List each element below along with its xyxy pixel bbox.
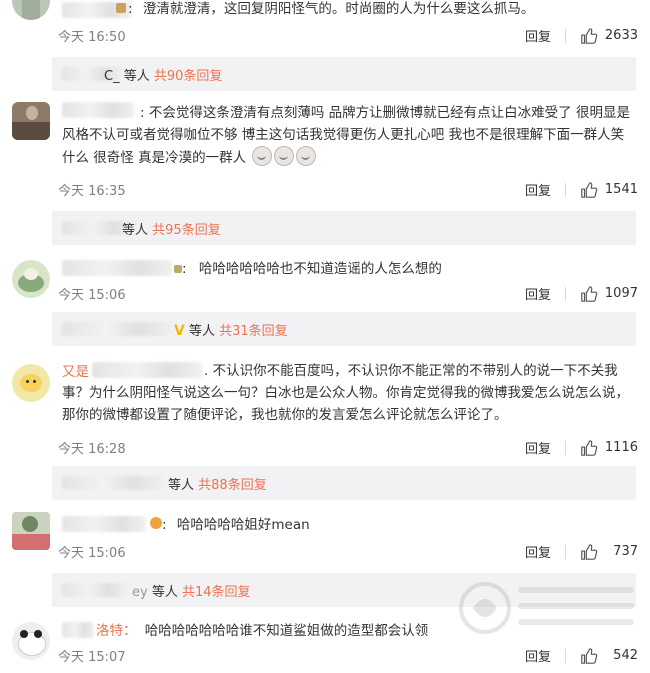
reply-count-link[interactable]: 共31条回复 — [219, 324, 288, 339]
reply-button[interactable]: 回复 — [525, 646, 551, 665]
user-badge — [150, 517, 162, 529]
reply-label: 等人 — [147, 585, 178, 600]
reply-summary-box[interactable]: V 等人 共31条回复 — [52, 312, 636, 346]
reply-button[interactable]: 回复 — [525, 180, 551, 199]
comment-text: . 不认识你不能百度吗，不认识你不能正常的不带别人的说一下不关我事？为什么阴阳怪… — [62, 360, 632, 426]
reply-summary: 等人 共95条回复 — [122, 219, 221, 238]
comment-body: 哈哈哈哈哈姐好mean — [176, 517, 310, 533]
comment-actions: 回复 542 — [525, 646, 638, 665]
like-count: 1097 — [604, 286, 638, 301]
reply-button[interactable]: 回复 — [525, 26, 551, 45]
like-count: 1116 — [604, 440, 638, 455]
comment-time: 今天 16:35 — [58, 184, 126, 199]
comment-body: 澄清就澄清，这回复阴阳怪气的。时尚圈的人为什么要这么抓马。 — [142, 1, 535, 17]
reply-count-link[interactable]: 共14条回复 — [182, 585, 251, 600]
like-count: 542 — [613, 648, 638, 663]
divider — [565, 648, 566, 663]
reply-summary: ey 等人 共14条回复 — [132, 581, 251, 600]
reply-button[interactable]: 回复 — [525, 542, 551, 561]
thumbs-up-icon[interactable] — [580, 647, 598, 665]
reply-count-link[interactable]: 共88条回复 — [198, 478, 267, 493]
avatar[interactable] — [12, 622, 50, 660]
comment-actions: 回复 737 — [525, 542, 638, 561]
comment-text: : 哈哈哈哈哈姐好mean — [150, 514, 310, 536]
like-count: 1541 — [604, 182, 638, 197]
sad-face-emoji-icon — [274, 146, 295, 166]
reply-summary: C_ 等人 共90条回复 — [104, 65, 222, 84]
like-count: 2633 — [604, 28, 638, 43]
comment-time: 今天 15:06 — [58, 546, 126, 561]
reply-button[interactable]: 回复 — [525, 438, 551, 457]
thumbs-up-icon[interactable] — [580, 285, 598, 303]
comment-time: 今天 15:06 — [58, 288, 126, 303]
reply-label: 等人 — [184, 324, 215, 339]
colon: . — [204, 363, 209, 379]
reply-username — [62, 322, 172, 336]
comment-body: 哈哈哈哈哈哈哈谁不知道鲨姐做的造型都会认领 — [144, 623, 429, 639]
comment-actions: 回复 1097 — [525, 284, 638, 303]
comment-body: 哈哈哈哈哈哈也不知道造谣的人怎么想的 — [198, 261, 442, 277]
username[interactable] — [62, 260, 172, 276]
divider — [565, 28, 566, 43]
comment-item: : 澄清就澄清，这回复阴阳怪气的。时尚圈的人为什么要这么抓马。 今天 16:50… — [0, 0, 650, 46]
avatar[interactable] — [12, 0, 50, 20]
avatar[interactable] — [12, 102, 50, 140]
reply-summary-box[interactable]: C_ 等人 共90条回复 — [52, 57, 636, 91]
sad-face-emoji-icon — [296, 146, 317, 166]
reply-count-link[interactable]: 共90条回复 — [154, 69, 223, 84]
comment-item: : 哈哈哈哈哈姐好mean 今天 15:06 回复 737 — [0, 512, 650, 564]
username-visible[interactable]: 洛特： — [96, 623, 137, 639]
reply-button[interactable]: 回复 — [525, 284, 551, 303]
comment-item: : 哈哈哈哈哈哈也不知道造谣的人怎么想的 今天 15:06 回复 1097 — [0, 256, 650, 308]
avatar[interactable] — [12, 260, 50, 298]
reply-label: 等人 — [168, 478, 195, 493]
reply-count-link[interactable]: 共95条回复 — [152, 223, 221, 238]
divider — [565, 182, 566, 197]
reply-summary: V 等人 共31条回复 — [174, 320, 288, 339]
divider — [565, 544, 566, 559]
avatar[interactable] — [12, 364, 50, 402]
thumbs-up-icon[interactable] — [580, 27, 598, 45]
avatar[interactable] — [12, 512, 50, 550]
comment-time: 今天 16:50 — [58, 30, 126, 45]
thumbs-up-icon[interactable] — [580, 439, 598, 457]
comment-actions: 回复 1541 — [525, 180, 638, 199]
reply-username-tail: ey — [132, 585, 148, 600]
reply-summary-box[interactable]: 等人 共95条回复 — [52, 211, 636, 245]
user-badge — [174, 265, 182, 273]
divider — [565, 286, 566, 301]
username[interactable] — [62, 622, 94, 638]
reply-summary-box[interactable]: 等人 共88条回复 — [52, 466, 636, 500]
reply-username — [62, 583, 128, 597]
comment-time: 今天 16:28 — [58, 442, 126, 457]
comment-item: : 不会觉得这条澄清有点刻薄吗 品牌方让删微博就已经有点让白冰难受了 很明显是风… — [0, 98, 650, 208]
user-badge — [116, 3, 126, 13]
reply-username-tail: C_ — [104, 69, 120, 84]
reply-username-tail: 等人 — [122, 223, 149, 238]
comment-body: 不认识你不能百度吗，不认识你不能正常的不带别人的说一下不关我事？为什么阴阳怪气说… — [62, 363, 629, 423]
comment-body: 不会觉得这条澄清有点刻薄吗 品牌方让删微博就已经有点让白冰难受了 很明显是风格不… — [62, 105, 630, 166]
comment-text: : 哈哈哈哈哈哈也不知道造谣的人怎么想的 — [174, 258, 442, 280]
verified-v-icon: V — [174, 323, 185, 339]
like-count: 737 — [613, 544, 638, 559]
reply-username — [62, 476, 164, 490]
comment-actions: 回复 1116 — [525, 438, 638, 457]
sad-face-emoji-icon — [252, 146, 273, 166]
reply-label: 等人 — [119, 69, 150, 84]
username[interactable] — [62, 516, 146, 532]
reply-summary: 等人 共88条回复 — [168, 474, 267, 493]
watermark-logo — [459, 582, 634, 634]
comment-actions: 回复 2633 — [525, 26, 638, 45]
thumbs-up-icon[interactable] — [580, 543, 598, 561]
comment-text: : 澄清就澄清，这回复阴阳怪气的。时尚圈的人为什么要这么抓马。 — [116, 0, 534, 20]
divider — [565, 440, 566, 455]
comment-item: 又是 . 不认识你不能百度吗，不认识你不能正常的不带别人的说一下不关我事？为什么… — [0, 356, 650, 457]
comment-time: 今天 15:07 — [58, 650, 126, 665]
thumbs-up-icon[interactable] — [580, 181, 598, 199]
colon: : — [140, 105, 145, 121]
comment-text: 洛特： 哈哈哈哈哈哈哈谁不知道鲨姐做的造型都会认领 — [96, 620, 428, 642]
comment-text: : 不会觉得这条澄清有点刻薄吗 品牌方让删微博就已经有点让白冰难受了 很明显是风… — [62, 102, 632, 169]
